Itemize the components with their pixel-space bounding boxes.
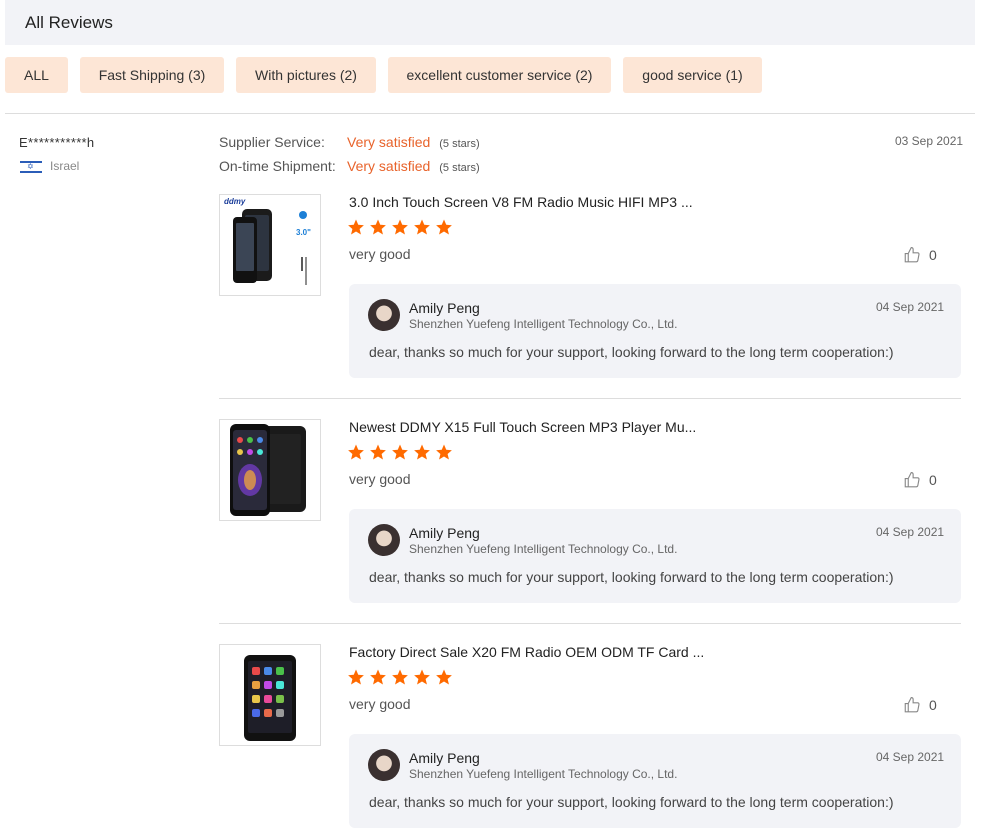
shipment-label: On-time Shipment: bbox=[219, 158, 336, 174]
product-review-item: Factory Direct Sale X20 FM Radio OEM ODM… bbox=[219, 644, 961, 836]
divider bbox=[219, 398, 961, 399]
star-icon bbox=[392, 444, 408, 460]
shipment-value: Very satisfied bbox=[347, 158, 431, 174]
product-thumbnail[interactable] bbox=[219, 644, 321, 746]
star-icon bbox=[414, 669, 430, 685]
page-title: All Reviews bbox=[25, 13, 113, 32]
israel-flag-icon: ✡ bbox=[20, 160, 42, 174]
product-review-item: Newest DDMY X15 Full Touch Screen MP3 Pl… bbox=[219, 419, 961, 629]
filter-excellent-customer-service[interactable]: excellent customer service (2) bbox=[388, 57, 611, 93]
product-thumbnail[interactable] bbox=[219, 419, 321, 521]
thumbs-up-icon bbox=[904, 696, 920, 713]
reply-text: dear, thanks so much for your support, l… bbox=[369, 569, 894, 585]
reply-company: Shenzhen Yuefeng Intelligent Technology … bbox=[409, 542, 678, 556]
supplier-reply: Amily Peng Shenzhen Yuefeng Intelligent … bbox=[349, 509, 961, 603]
review-comment: very good bbox=[349, 246, 411, 262]
review-comment: very good bbox=[349, 471, 411, 487]
star-icon bbox=[436, 219, 452, 235]
review-comment: very good bbox=[349, 696, 411, 712]
star-icon bbox=[348, 669, 364, 685]
product-thumbnail[interactable]: ddmy 3.0" bbox=[219, 194, 321, 296]
supplier-service-rating: Supplier Service: Very satisfied (5 stars) bbox=[219, 134, 480, 150]
shipment-stars: (5 stars) bbox=[439, 162, 480, 174]
supplier-service-label: Supplier Service: bbox=[219, 134, 325, 150]
filter-all[interactable]: ALL bbox=[5, 57, 68, 93]
reviewer-country: Israel bbox=[50, 159, 80, 173]
reply-author-name: Amily Peng bbox=[409, 525, 480, 541]
star-icon bbox=[370, 669, 386, 685]
reply-text: dear, thanks so much for your support, l… bbox=[369, 344, 894, 360]
shipment-rating: On-time Shipment: Very satisfied (5 stars) bbox=[219, 158, 480, 174]
product-rating-stars bbox=[347, 443, 457, 461]
filter-with-pictures[interactable]: With pictures (2) bbox=[236, 57, 376, 93]
thumbs-up-icon bbox=[904, 471, 920, 488]
avatar bbox=[368, 299, 400, 331]
star-icon bbox=[348, 444, 364, 460]
product-review-item: ddmy 3.0" 3.0 Inch Touch Screen V8 FM Ra… bbox=[219, 194, 961, 404]
reply-date: 04 Sep 2021 bbox=[876, 300, 945, 314]
divider bbox=[5, 113, 975, 114]
product-rating-stars bbox=[347, 668, 457, 686]
like-count: 0 bbox=[929, 697, 937, 713]
reply-author-name: Amily Peng bbox=[409, 300, 480, 316]
filter-good-service[interactable]: good service (1) bbox=[623, 57, 762, 93]
thumb-size-text: 3.0" bbox=[296, 228, 311, 237]
product-title[interactable]: Factory Direct Sale X20 FM Radio OEM ODM… bbox=[349, 644, 749, 660]
reply-company: Shenzhen Yuefeng Intelligent Technology … bbox=[409, 317, 678, 331]
reviews-header: All Reviews bbox=[5, 0, 975, 45]
reply-text: dear, thanks so much for your support, l… bbox=[369, 794, 894, 810]
supplier-reply: Amily Peng Shenzhen Yuefeng Intelligent … bbox=[349, 734, 961, 828]
star-icon bbox=[414, 444, 430, 460]
star-icon bbox=[370, 219, 386, 235]
like-button[interactable]: 0 bbox=[903, 696, 937, 714]
like-button[interactable]: 0 bbox=[903, 246, 937, 264]
reply-date: 04 Sep 2021 bbox=[876, 525, 945, 539]
star-icon bbox=[436, 444, 452, 460]
star-icon bbox=[392, 669, 408, 685]
star-icon bbox=[392, 219, 408, 235]
star-icon bbox=[414, 219, 430, 235]
reply-company: Shenzhen Yuefeng Intelligent Technology … bbox=[409, 767, 678, 781]
reviewer-name: E***********h bbox=[19, 135, 95, 150]
thumbs-up-icon bbox=[904, 246, 920, 263]
product-title[interactable]: Newest DDMY X15 Full Touch Screen MP3 Pl… bbox=[349, 419, 749, 435]
like-count: 0 bbox=[929, 472, 937, 488]
supplier-service-value: Very satisfied bbox=[347, 134, 431, 150]
supplier-service-stars: (5 stars) bbox=[439, 138, 480, 150]
reply-date: 04 Sep 2021 bbox=[876, 750, 945, 764]
review-filters: ALL Fast Shipping (3) With pictures (2) … bbox=[5, 57, 774, 93]
star-icon bbox=[436, 669, 452, 685]
thumb-brand-text: ddmy bbox=[224, 197, 246, 206]
supplier-reply: Amily Peng Shenzhen Yuefeng Intelligent … bbox=[349, 284, 961, 378]
divider bbox=[219, 623, 961, 624]
star-icon bbox=[348, 219, 364, 235]
reply-author-name: Amily Peng bbox=[409, 750, 480, 766]
avatar bbox=[368, 524, 400, 556]
review-date: 03 Sep 2021 bbox=[895, 134, 964, 148]
like-count: 0 bbox=[929, 247, 937, 263]
like-button[interactable]: 0 bbox=[903, 471, 937, 489]
product-rating-stars bbox=[347, 218, 457, 236]
star-icon bbox=[370, 444, 386, 460]
filter-fast-shipping[interactable]: Fast Shipping (3) bbox=[80, 57, 224, 93]
avatar bbox=[368, 749, 400, 781]
product-title[interactable]: 3.0 Inch Touch Screen V8 FM Radio Music … bbox=[349, 194, 749, 210]
